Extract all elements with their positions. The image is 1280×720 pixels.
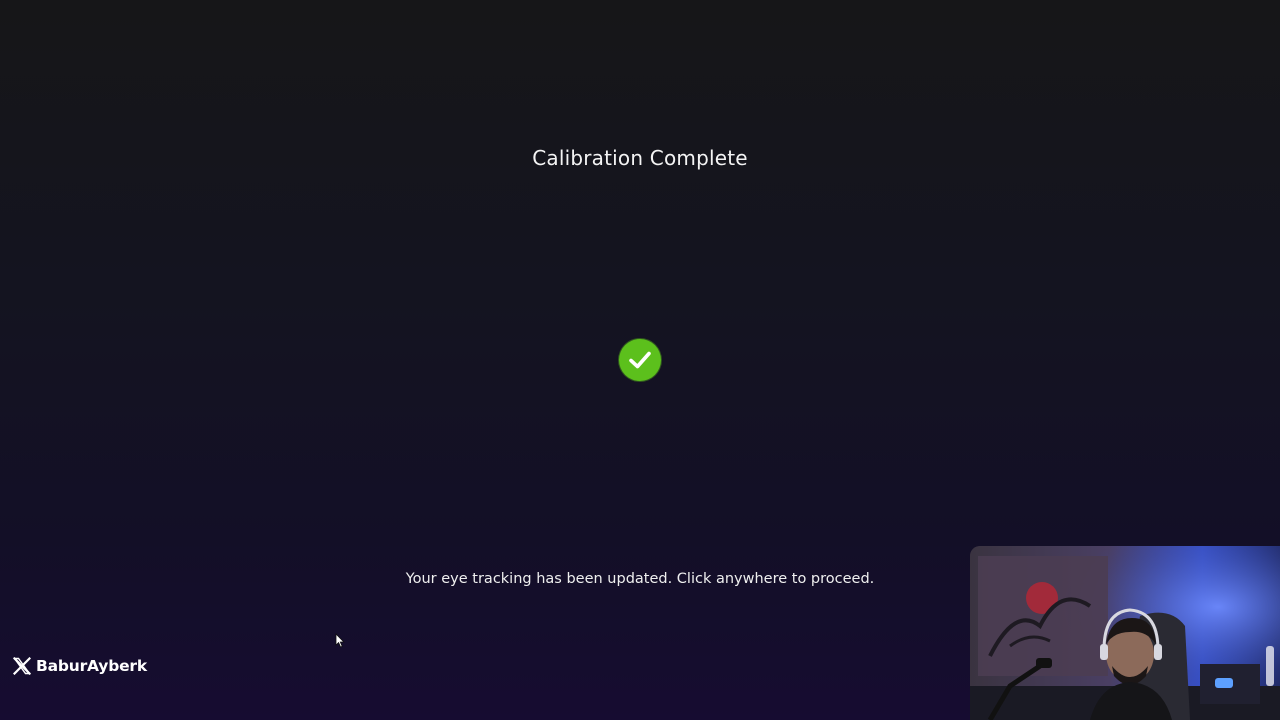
x-logo-icon <box>13 657 31 675</box>
webcam-overlay <box>970 546 1280 720</box>
social-watermark: BaburAyberk <box>13 657 147 675</box>
page-title: Calibration Complete <box>532 146 748 170</box>
checkmark-circle-icon <box>619 339 661 381</box>
mouse-pointer-icon <box>335 633 345 652</box>
social-handle: BaburAyberk <box>36 657 147 675</box>
